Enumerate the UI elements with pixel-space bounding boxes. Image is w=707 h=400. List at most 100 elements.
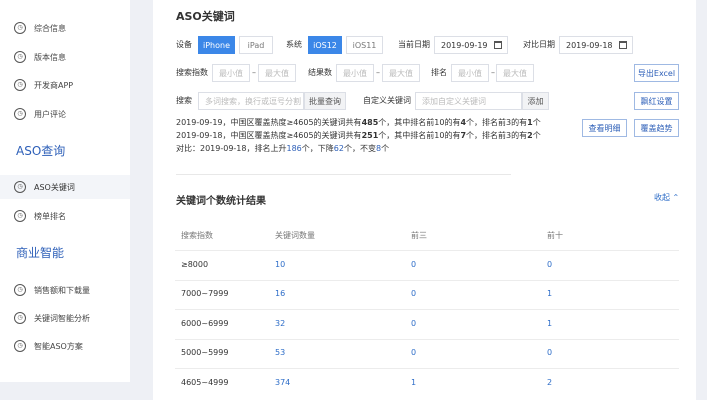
row-divider (175, 280, 679, 281)
index-min-input[interactable]: 最小值 (212, 64, 250, 82)
range-dash: – (376, 68, 380, 77)
row-divider (175, 339, 679, 340)
row-divider (175, 368, 679, 369)
circle-icon: ◷ (14, 108, 26, 120)
sidebar-item-label: 综合信息 (34, 23, 66, 33)
cell-count-link[interactable]: 374 (275, 378, 290, 387)
cell-range: 6000~6999 (181, 319, 229, 328)
current-date-value: 2019-09-19 (441, 40, 488, 50)
sidebar-item-reviews[interactable]: ◷ 用户评论 (14, 102, 66, 126)
sidebar-item-versions[interactable]: ◷ 版本信息 (14, 45, 66, 69)
circle-icon: ◷ (14, 284, 26, 296)
sidebar: ◷ 综合信息 ◷ 版本信息 ◷ 开发商APP ◷ 用户评论 ASO查询 ◷ AS… (0, 0, 130, 382)
clock-icon: ◷ (14, 51, 26, 63)
coverage-trend-button[interactable]: 覆盖趋势 (634, 119, 679, 137)
cell-top10-link[interactable]: 1 (547, 319, 552, 328)
cell-range: 7000~7999 (181, 289, 229, 298)
add-keyword-button[interactable]: 添加 (522, 92, 549, 110)
cell-top10-link[interactable]: 0 (547, 348, 552, 357)
sidebar-item-label: ASO关键词 (34, 182, 75, 192)
main-panel: ASO关键词 设备 iPhone iPad 系统 iOS12 iOS11 当前日… (153, 0, 707, 400)
circle-icon: ◷ (14, 210, 26, 222)
row-divider (175, 250, 679, 251)
circle-icon: ◷ (14, 312, 26, 324)
device-label: 设备 (176, 40, 192, 49)
cell-top10-link[interactable]: 2 (547, 378, 552, 387)
search-index-label: 搜索指数 (176, 68, 208, 77)
compare-date-value: 2019-09-18 (566, 40, 613, 50)
rank-label: 排名 (431, 68, 447, 77)
cell-range: ≥8000 (181, 260, 209, 269)
sidebar-item-label: 开发商APP (34, 80, 74, 90)
calendar-icon (494, 41, 502, 49)
compare-date-input[interactable]: 2019-09-18 (559, 36, 633, 54)
collapse-label: 收起 (654, 193, 670, 202)
sidebar-item-overview[interactable]: ◷ 综合信息 (14, 16, 66, 40)
stats-title: 关键词个数统计结果 (176, 196, 266, 207)
circle-icon: ◷ (14, 340, 26, 352)
sidebar-item-sales[interactable]: ◷ 销售额和下载量 (14, 278, 90, 302)
results-min-input[interactable]: 最小值 (336, 64, 374, 82)
circle-icon: ◷ (14, 79, 26, 91)
cell-count-link[interactable]: 32 (275, 319, 285, 328)
sidebar-item-aso-plan[interactable]: ◷ 智能ASO方案 (14, 334, 83, 358)
sidebar-section-bi: 商业智能 (16, 246, 65, 260)
current-date-label: 当前日期 (398, 40, 430, 49)
summary-line-3: 对比：2019-09-18，排名上升186个，下降62个，不变8个 (176, 144, 390, 153)
custom-keyword-input[interactable]: 添加自定义关键词 (415, 92, 522, 110)
collapse-toggle[interactable]: 收起 ⌃ (654, 192, 679, 203)
current-date-input[interactable]: 2019-09-19 (434, 36, 508, 54)
col-header-count: 关键词数量 (275, 231, 315, 240)
cell-top3-link[interactable]: 0 (411, 348, 416, 357)
cell-top3-link[interactable]: 1 (411, 378, 416, 387)
rank-min-input[interactable]: 最小值 (451, 64, 489, 82)
keyword-settings-button[interactable]: 飘红设置 (634, 92, 679, 110)
cell-top3-link[interactable]: 0 (411, 319, 416, 328)
search-label: 搜索 (176, 96, 192, 105)
system-label: 系统 (286, 40, 302, 49)
sidebar-item-rankings[interactable]: ◷ 榜单排名 (14, 204, 66, 228)
cell-top3-link[interactable]: 0 (411, 260, 416, 269)
device-ipad-button[interactable]: iPad (239, 36, 273, 54)
cell-top3-link[interactable]: 0 (411, 289, 416, 298)
cell-count-link[interactable]: 10 (275, 260, 285, 269)
range-dash: – (491, 68, 495, 77)
sidebar-item-keyword-analysis[interactable]: ◷ 关键词智能分析 (14, 306, 90, 330)
sidebar-item-label: 关键词智能分析 (34, 313, 90, 323)
multi-search-input[interactable]: 多词搜索，换行或逗号分割 (198, 92, 304, 110)
range-dash: – (252, 68, 256, 77)
cell-range: 5000~5999 (181, 348, 229, 357)
cell-range: 4605~4999 (181, 378, 229, 387)
sidebar-item-label: 智能ASO方案 (34, 341, 83, 351)
sidebar-item-label: 版本信息 (34, 52, 66, 62)
calendar-icon (619, 41, 627, 49)
view-detail-button[interactable]: 查看明细 (582, 119, 627, 137)
summary-line-1: 2019-09-19，中国区覆盖热度≥4605的关键词共有485个，其中排名前1… (176, 118, 541, 127)
col-header-top3: 前三 (411, 231, 427, 240)
sidebar-item-label: 榜单排名 (34, 211, 66, 221)
batch-query-button[interactable]: 批量查询 (304, 92, 346, 110)
cell-top10-link[interactable]: 1 (547, 289, 552, 298)
sidebar-item-label: 用户评论 (34, 109, 66, 119)
index-max-input[interactable]: 最大值 (258, 64, 296, 82)
cell-count-link[interactable]: 53 (275, 348, 285, 357)
circle-icon: ◷ (14, 22, 26, 34)
rank-max-input[interactable]: 最大值 (496, 64, 534, 82)
results-label: 结果数 (308, 68, 332, 77)
export-excel-button[interactable]: 导出Excel (634, 64, 679, 82)
sidebar-item-developer-apps[interactable]: ◷ 开发商APP (14, 73, 73, 97)
system-ios11-button[interactable]: iOS11 (346, 36, 383, 54)
device-iphone-button[interactable]: iPhone (198, 36, 235, 54)
circle-icon: ◷ (14, 181, 26, 193)
divider (176, 174, 511, 175)
cell-top10-link[interactable]: 0 (547, 260, 552, 269)
col-header-index: 搜索指数 (181, 231, 213, 240)
sidebar-item-aso-keywords[interactable]: ◷ ASO关键词 (0, 175, 130, 199)
page-title: ASO关键词 (176, 10, 235, 23)
custom-keyword-label: 自定义关键词 (363, 96, 411, 105)
chevron-up-icon: ⌃ (672, 193, 680, 202)
results-max-input[interactable]: 最大值 (382, 64, 420, 82)
system-ios12-button[interactable]: iOS12 (308, 36, 342, 54)
page-scroll-gutter (696, 0, 707, 400)
cell-count-link[interactable]: 16 (275, 289, 285, 298)
